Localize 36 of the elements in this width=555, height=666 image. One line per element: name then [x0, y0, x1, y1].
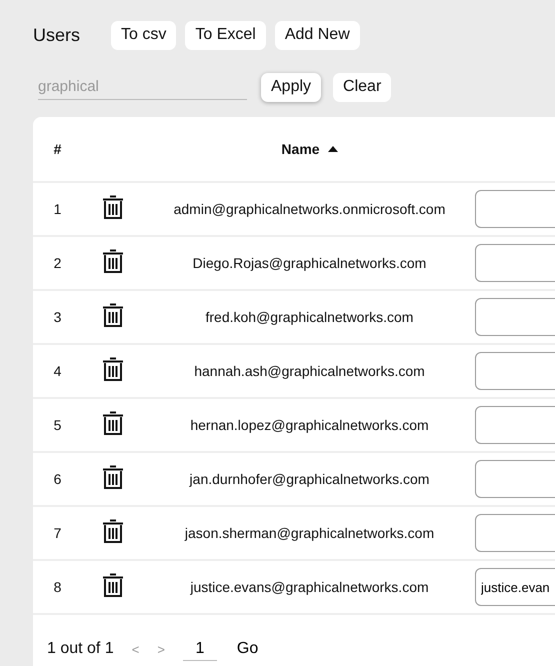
text-field[interactable]: justice.evan	[475, 568, 555, 606]
row-number: 2	[54, 255, 62, 271]
user-email: jason.sherman@graphicalnetworks.com	[184, 525, 434, 541]
trash-icon[interactable]	[102, 411, 124, 436]
user-email: hernan.lopez@graphicalnetworks.com	[190, 417, 429, 433]
column-header[interactable]: #	[54, 141, 62, 157]
row-number: 8	[54, 579, 62, 595]
user-email: jan.durnhofer@graphicalnetworks.com	[190, 471, 430, 487]
trash-icon[interactable]	[102, 573, 124, 598]
row-number: 5	[54, 417, 62, 433]
toolbar-button[interactable]: To csv	[111, 20, 176, 50]
page-field[interactable]: 1	[182, 638, 217, 660]
user-email: Diego.Rojas@graphicalnetworks.com	[192, 255, 426, 271]
column-header[interactable]: Name	[281, 141, 338, 157]
page-summary: 1 out of 1	[47, 640, 114, 658]
user-email: justice.evans@graphicalnetworks.com	[190, 579, 429, 595]
trash-icon[interactable]	[102, 465, 124, 490]
toolbar-button[interactable]: Add New	[274, 20, 360, 50]
page-title: Users	[33, 24, 80, 46]
row-number: 6	[54, 471, 62, 487]
user-email: hannah.ash@graphicalnetworks.com	[194, 363, 425, 379]
row-number: 1	[54, 201, 62, 217]
trash-icon[interactable]	[102, 357, 124, 382]
row-number: 3	[54, 309, 62, 325]
user-email: admin@graphicalnetworks.onmicrosoft.com	[174, 201, 446, 217]
toolbar-button[interactable]: To Excel	[185, 20, 266, 50]
trash-icon[interactable]	[102, 249, 124, 274]
trash-icon[interactable]	[102, 195, 124, 220]
go-button[interactable]: Go	[236, 640, 258, 658]
row-number: 4	[54, 363, 62, 379]
trash-icon[interactable]	[102, 303, 124, 328]
trash-icon[interactable]	[102, 519, 124, 544]
clear-button[interactable]: Clear	[333, 72, 392, 102]
apply-button[interactable]: Apply	[261, 72, 322, 102]
user-email: fred.koh@graphicalnetworks.com	[206, 309, 414, 325]
row-number: 7	[54, 525, 62, 541]
